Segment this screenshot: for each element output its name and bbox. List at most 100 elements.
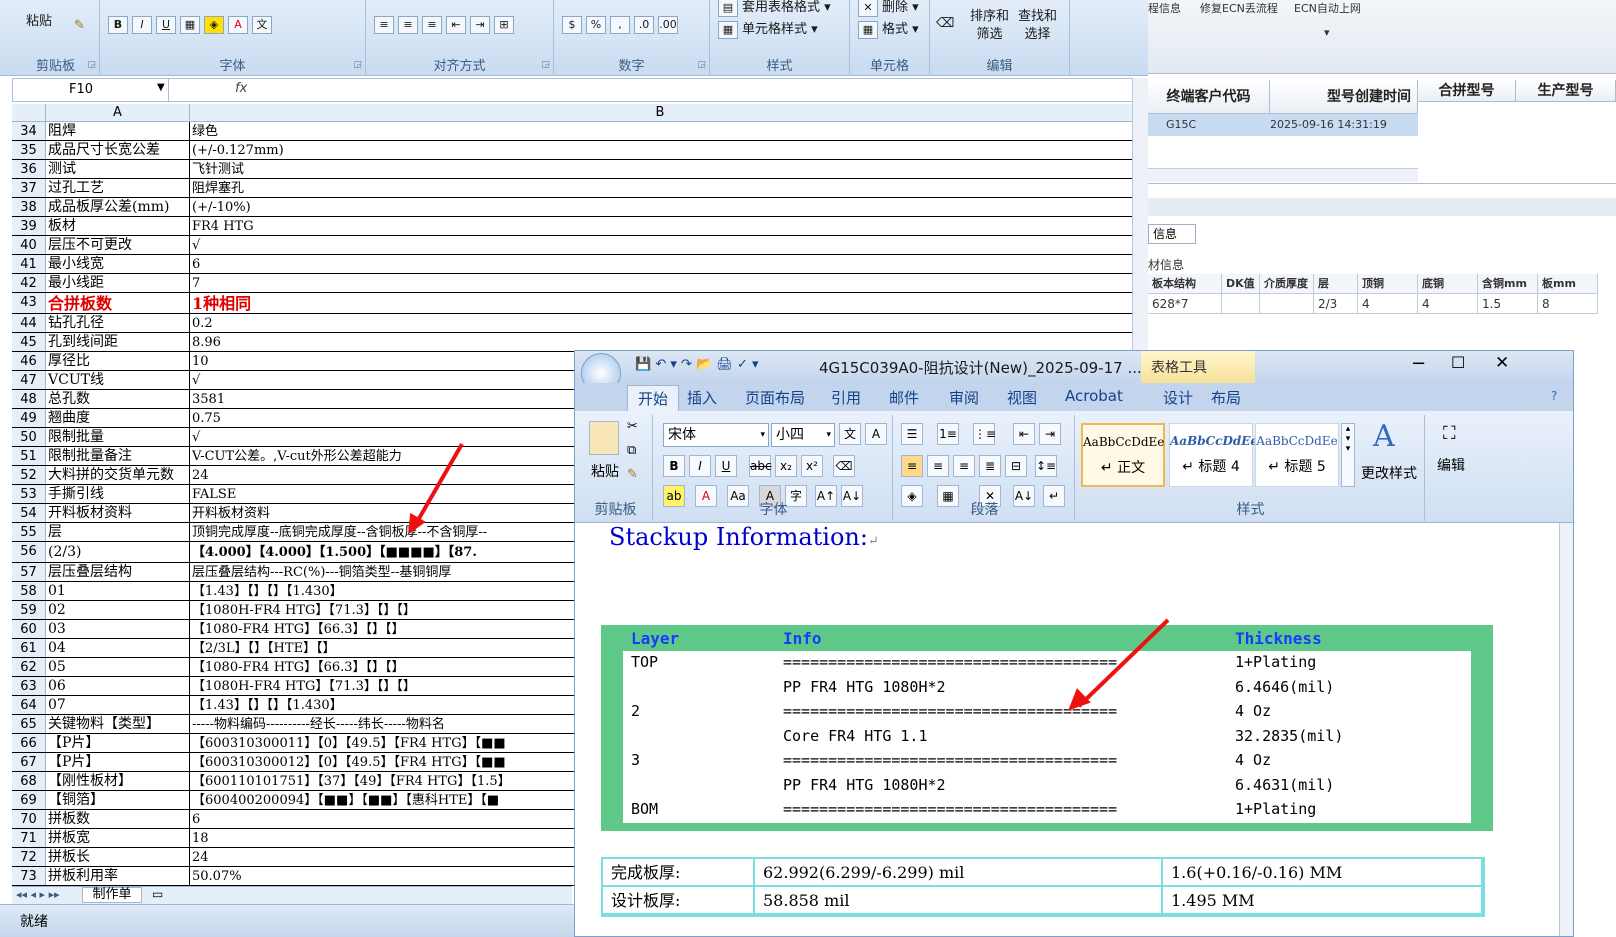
find-select-button[interactable]: 查找和 选择	[1018, 8, 1057, 44]
cell-b[interactable]: 1种相同	[190, 293, 1148, 313]
cell-a[interactable]: 06	[46, 677, 190, 695]
row-number[interactable]: 42	[12, 274, 46, 292]
row-number[interactable]: 47	[12, 371, 46, 389]
cell-a[interactable]: 【P片】	[46, 753, 190, 771]
cell-a[interactable]: 板材	[46, 217, 190, 235]
tab-6[interactable]: 视图	[1007, 387, 1037, 408]
numbering-icon[interactable]: 1≡	[937, 423, 959, 445]
cell-b[interactable]: 6	[190, 255, 1148, 273]
maximize-icon[interactable]: ☐	[1451, 353, 1465, 372]
currency-icon[interactable]: $	[562, 16, 582, 34]
material-header[interactable]: 介质厚度	[1260, 274, 1314, 294]
italic-icon[interactable]: I	[132, 16, 152, 34]
cell-a[interactable]: 手撕引线	[46, 485, 190, 503]
cell-b[interactable]: 0.2	[190, 314, 1148, 332]
cell-a[interactable]: 07	[46, 696, 190, 714]
horizontal-scrollbar[interactable]	[1148, 168, 1418, 182]
underline-icon[interactable]: U	[156, 16, 176, 34]
align-right-icon[interactable]: ≡	[953, 455, 975, 477]
help-icon[interactable]: ?	[1551, 389, 1557, 403]
cell-style-button[interactable]: ▦ 单元格样式 ▾	[718, 18, 818, 39]
indent-decrease-icon[interactable]: ⇤	[446, 16, 466, 34]
cell-a[interactable]: 拼板数	[46, 810, 190, 828]
material-header[interactable]: DK值	[1222, 274, 1260, 294]
cell-a[interactable]: 限制批量	[46, 428, 190, 446]
cell-b[interactable]: FR4 HTG	[190, 217, 1148, 235]
chevron-down-icon[interactable]: ▼	[157, 82, 165, 93]
row-number[interactable]: 41	[12, 255, 46, 273]
row-number[interactable]: 50	[12, 428, 46, 446]
edit-button[interactable]: 编辑	[1437, 455, 1465, 475]
quick-access-icons[interactable]: 💾 ↶ ▾ ↷ 📂 🖨 ✓ ▾	[635, 357, 759, 372]
cell-a[interactable]: 关键物料【类型】	[46, 715, 190, 733]
row-number[interactable]: 51	[12, 447, 46, 465]
format-painter-icon[interactable]: ✎	[74, 18, 85, 33]
cell-a[interactable]: 最小线距	[46, 274, 190, 292]
cell-a[interactable]: 合拼板数	[46, 293, 190, 313]
font-size-select[interactable]: 小四 ▾	[771, 423, 835, 447]
row-number[interactable]: 48	[12, 390, 46, 408]
row-number[interactable]: 46	[12, 352, 46, 370]
cell-a[interactable]: (2/3)	[46, 542, 190, 562]
thickness-cell-label[interactable]: 设计板厚:	[603, 887, 755, 915]
row-number[interactable]: 65	[12, 715, 46, 733]
cell-a[interactable]: 成品板厚公差(mm)	[46, 198, 190, 216]
cell-b[interactable]: (+/-0.127mm)	[190, 141, 1148, 159]
cell-a[interactable]: 过孔工艺	[46, 179, 190, 197]
table-format-button[interactable]: ▤ 套用表格格式 ▾	[718, 0, 831, 17]
material-cell[interactable]: 4	[1418, 294, 1478, 314]
cell-a[interactable]: 阻焊	[46, 122, 190, 140]
thickness-cell-mil[interactable]: 58.858 mil	[755, 887, 1163, 915]
row-number[interactable]: 73	[12, 867, 46, 885]
material-cell[interactable]: 628*7	[1148, 294, 1222, 314]
menu-item[interactable]: ECN自动上网	[1294, 0, 1361, 16]
material-header[interactable]: 板mm	[1538, 274, 1598, 294]
distribute-icon[interactable]: ⊟	[1005, 455, 1027, 477]
fill-color-icon[interactable]: ◈	[204, 16, 224, 34]
italic-icon[interactable]: I	[689, 455, 711, 477]
menu-item[interactable]: 程信息	[1148, 0, 1181, 16]
cell-a[interactable]: 层	[46, 523, 190, 541]
cell-a[interactable]: 厚径比	[46, 352, 190, 370]
row-number[interactable]: 70	[12, 810, 46, 828]
cell-b[interactable]: 绿色	[190, 122, 1148, 140]
function-icon[interactable]: fx	[235, 81, 247, 96]
row-number[interactable]: 59	[12, 601, 46, 619]
font-name-select[interactable]: 宋体 ▾	[663, 423, 769, 447]
tab-0[interactable]: 开始	[627, 385, 680, 411]
row-number[interactable]: 54	[12, 504, 46, 522]
superscript-icon[interactable]: x²	[801, 455, 823, 477]
cut-icon[interactable]: ✂	[627, 419, 638, 434]
grid-header[interactable]: 终端客户代码	[1148, 80, 1270, 114]
sheet-tab[interactable]: 制作单	[82, 887, 142, 903]
increase-indent-icon[interactable]: ⇥	[1039, 423, 1061, 445]
tab-9[interactable]: 布局	[1211, 387, 1241, 408]
align-center-icon[interactable]: ≡	[927, 455, 949, 477]
sheet-nav-icons[interactable]: ◂◂ ◂ ▸ ▸▸	[16, 888, 60, 901]
increase-decimal-icon[interactable]: .0	[634, 16, 654, 34]
grid-header[interactable]: 型号创建时间	[1270, 80, 1418, 114]
row-number[interactable]: 61	[12, 639, 46, 657]
bold-icon[interactable]: B	[108, 16, 128, 34]
cell-a[interactable]: 05	[46, 658, 190, 676]
row-number[interactable]: 40	[12, 236, 46, 254]
tab-4[interactable]: 邮件	[889, 387, 919, 408]
cell-a[interactable]: 最小线宽	[46, 255, 190, 273]
row-number[interactable]: 49	[12, 409, 46, 427]
row-number[interactable]: 58	[12, 582, 46, 600]
clipboard-icon[interactable]	[589, 421, 619, 455]
name-box[interactable]: F10	[13, 79, 169, 101]
cell-a[interactable]: 02	[46, 601, 190, 619]
cell-a[interactable]: 层压不可更改	[46, 236, 190, 254]
material-cell[interactable]	[1260, 294, 1314, 314]
cell-a[interactable]: 拼板宽	[46, 829, 190, 847]
material-header[interactable]: 含铜mm	[1478, 274, 1538, 294]
material-cell[interactable]: 2/3	[1314, 294, 1358, 314]
formula-input[interactable]	[253, 79, 1133, 101]
cell-a[interactable]: 大料拼的交货单元数	[46, 466, 190, 484]
row-number[interactable]: 53	[12, 485, 46, 503]
row-number[interactable]: 71	[12, 829, 46, 847]
column-header-b[interactable]: B	[190, 104, 1130, 122]
row-number[interactable]: 66	[12, 734, 46, 752]
tab-8[interactable]: 设计	[1163, 387, 1193, 408]
